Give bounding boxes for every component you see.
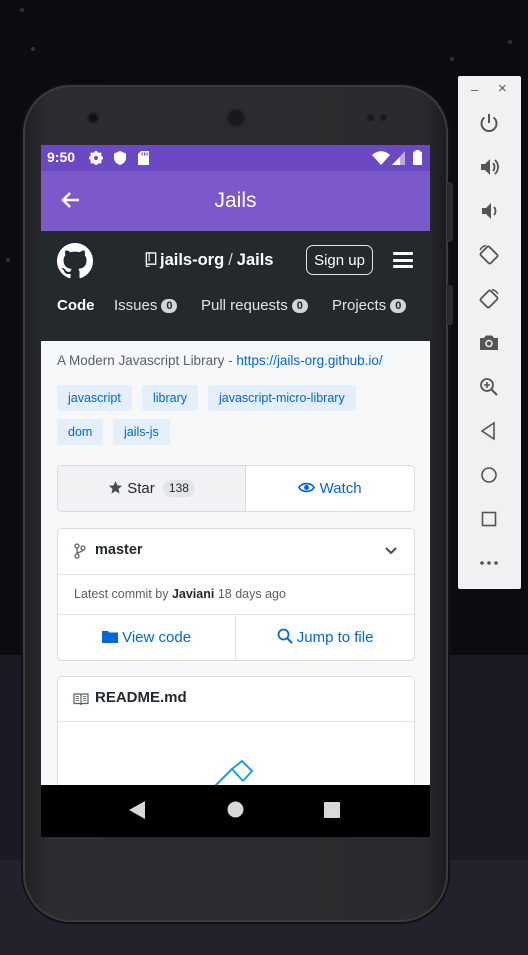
commit-author[interactable]: Javiani xyxy=(172,587,214,601)
gear-icon xyxy=(89,151,103,165)
front-camera xyxy=(87,112,99,124)
back-icon[interactable] xyxy=(478,420,500,442)
branch-name: master xyxy=(95,542,143,558)
tab-pull-requests[interactable]: Pull requests 0 xyxy=(201,297,308,314)
watch-button[interactable]: Watch xyxy=(246,466,414,511)
emulator-control-panel: – × xyxy=(458,76,521,589)
repo-homepage-link[interactable]: https://jails-org.github.io/ xyxy=(236,353,382,368)
tab-projects[interactable]: Projects 0 xyxy=(332,297,407,314)
tab-code[interactable]: Code xyxy=(57,297,95,314)
app-bar: Jails xyxy=(41,171,430,231)
readme-title: README.md xyxy=(95,689,187,706)
battery-icon xyxy=(413,150,422,165)
recents-square-icon[interactable] xyxy=(324,802,340,818)
jump-to-file-label: Jump to file xyxy=(296,629,374,646)
repo-content: A Modern Javascript Library - https://ja… xyxy=(41,341,430,837)
rotate-left-icon[interactable] xyxy=(478,244,500,266)
status-time: 9:50 xyxy=(47,149,76,165)
topic-tag[interactable]: dom xyxy=(57,419,104,445)
close-button[interactable]: × xyxy=(498,80,507,97)
star-icon xyxy=(108,480,123,494)
github-header: jails-org / Jails Sign up Code Issues 0 Pul… xyxy=(41,231,430,341)
home-icon[interactable] xyxy=(478,464,500,486)
eye-icon xyxy=(298,482,316,493)
background-star xyxy=(508,40,512,44)
tab-issues[interactable]: Issues 0 xyxy=(114,297,178,314)
topic-tag[interactable]: javascript-micro-library xyxy=(208,385,356,411)
book-icon xyxy=(73,693,89,706)
proximity-sensor xyxy=(367,114,374,121)
github-logo-icon[interactable] xyxy=(57,243,93,279)
folder-icon xyxy=(101,631,118,643)
tab-pull-requests-count: 0 xyxy=(291,299,308,313)
home-circle-icon[interactable] xyxy=(227,801,244,818)
phone-power-button xyxy=(447,285,453,325)
code-actions: View code Jump to file xyxy=(58,615,414,660)
overview-icon[interactable] xyxy=(478,508,500,530)
shield-icon xyxy=(114,151,126,165)
star-label: Star xyxy=(127,480,155,497)
zoom-icon[interactable] xyxy=(478,376,500,398)
branch-box: master Latest commit by Javiani 18 days … xyxy=(57,528,415,661)
sd-card-icon xyxy=(138,151,149,165)
star-count: 138 xyxy=(162,480,195,497)
tab-issues-label: Issues xyxy=(114,297,158,314)
tab-issues-count: 0 xyxy=(161,299,178,313)
commit-time: 18 days ago xyxy=(214,587,286,601)
tab-code-label: Code xyxy=(57,297,95,314)
back-triangle-icon[interactable] xyxy=(129,801,145,819)
branch-selector[interactable]: master xyxy=(58,529,414,575)
topic-tag[interactable]: library xyxy=(142,385,199,411)
camera-icon[interactable] xyxy=(478,332,500,354)
watch-label: Watch xyxy=(319,480,362,497)
background-star xyxy=(20,8,24,12)
latest-commit: Latest commit by Javiani 18 days ago xyxy=(58,575,414,615)
signal-icon xyxy=(392,151,405,165)
tab-projects-count: 0 xyxy=(390,299,407,313)
repo-icon xyxy=(145,252,157,268)
background-star xyxy=(450,57,454,61)
tab-pull-requests-label: Pull requests xyxy=(201,297,288,314)
rotate-right-icon[interactable] xyxy=(478,288,500,310)
view-code-button[interactable]: View code xyxy=(58,615,236,660)
topic-tag[interactable]: jails-js xyxy=(113,419,170,445)
repo-description: A Modern Javascript Library - https://ja… xyxy=(57,353,383,368)
commit-prefix: Latest commit by xyxy=(74,587,172,601)
star-button[interactable]: Star 138 xyxy=(58,466,246,511)
branch-icon xyxy=(74,543,86,559)
repo-owner-link[interactable]: jails-org xyxy=(160,251,224,269)
star-watch-group: Star 138 Watch xyxy=(57,465,415,512)
repo-separator: / xyxy=(228,251,233,269)
jump-to-file-button[interactable]: Jump to file xyxy=(236,615,414,660)
volume-up-icon[interactable] xyxy=(478,156,500,178)
status-bar: 9:50 xyxy=(41,145,430,171)
light-sensor xyxy=(380,114,387,121)
repo-description-text: A Modern Javascript Library - xyxy=(57,353,237,368)
repo-title: jails-org / Jails xyxy=(145,251,273,270)
hamburger-menu-icon[interactable] xyxy=(393,252,413,268)
minimize-button[interactable]: – xyxy=(471,82,478,97)
readme-header: README.md xyxy=(58,677,414,722)
tab-projects-label: Projects xyxy=(332,297,387,314)
phone-screen: 9:50 Jails jails-org / Jails Sign up Cod… xyxy=(41,145,430,837)
more-icon[interactable] xyxy=(478,552,500,574)
phone-volume-button xyxy=(447,182,453,242)
sign-up-button[interactable]: Sign up xyxy=(306,245,373,275)
app-title: Jails xyxy=(214,189,257,212)
topic-tag[interactable]: javascript xyxy=(57,385,132,411)
repo-name-link[interactable]: Jails xyxy=(237,251,274,269)
chevron-down-icon xyxy=(385,547,397,555)
wifi-icon xyxy=(372,151,390,165)
android-nav-bar xyxy=(41,785,430,837)
earpiece-speaker xyxy=(226,108,246,128)
search-icon xyxy=(277,628,293,644)
volume-down-icon[interactable] xyxy=(478,200,500,222)
power-icon[interactable] xyxy=(478,112,500,134)
background-star xyxy=(6,258,10,262)
background-star xyxy=(31,47,35,51)
view-code-label: View code xyxy=(122,629,192,646)
